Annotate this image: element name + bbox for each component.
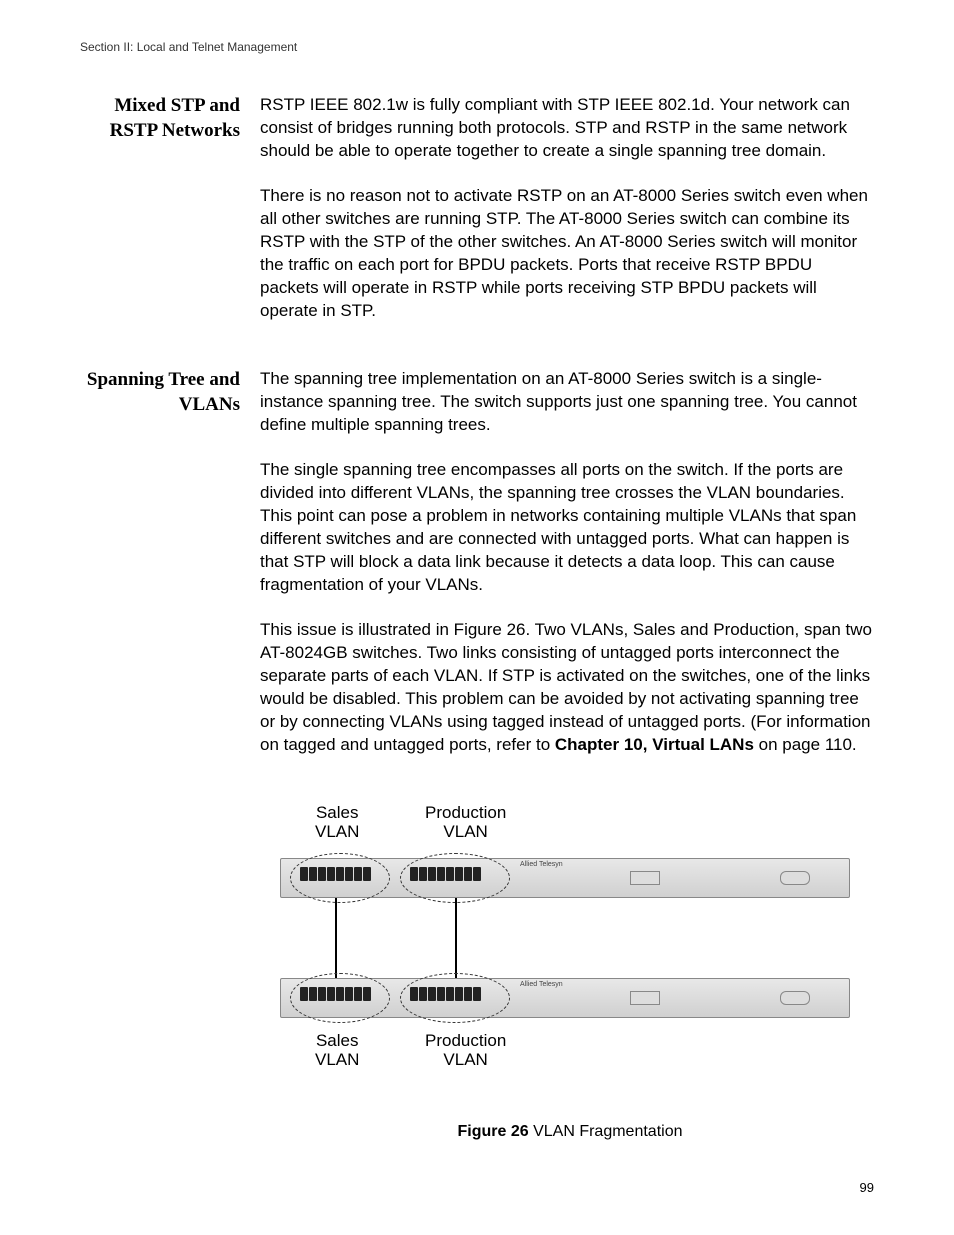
text: Sales	[316, 803, 359, 822]
power-slot-icon	[780, 871, 810, 885]
side-heading-spanning: Spanning Tree and VLANs	[80, 368, 260, 778]
para-text: This issue is illustrated in Figure 26. …	[260, 620, 872, 754]
text: VLAN	[443, 822, 487, 841]
module-slot-icon	[630, 991, 660, 1005]
label-prod-top: Production VLAN	[425, 803, 506, 842]
module-slot-icon	[630, 871, 660, 885]
body-spanning: The spanning tree implementation on an A…	[260, 368, 874, 778]
label-sales-bot: Sales VLAN	[315, 1031, 359, 1070]
figure-title: VLAN Fragmentation	[529, 1123, 683, 1140]
figure-number: Figure 26	[458, 1123, 529, 1140]
side-heading-mixed: Mixed STP and RSTP Networks	[80, 94, 260, 344]
text: Sales	[316, 1031, 359, 1050]
figure-26: Sales VLAN Production VLAN Allied Telesy…	[280, 803, 874, 1141]
para: RSTP IEEE 802.1w is fully compliant with…	[260, 94, 874, 163]
brand-label: Allied Telesyn	[520, 861, 563, 868]
section-spanning-tree: Spanning Tree and VLANs The spanning tre…	[80, 368, 874, 778]
page-header: Section II: Local and Telnet Management	[80, 40, 874, 54]
chapter-xref: Chapter 10, Virtual LANs	[555, 735, 754, 754]
para: There is no reason not to activate RSTP …	[260, 185, 874, 323]
page-number: 99	[860, 1180, 874, 1195]
port-group-icon	[300, 987, 371, 1001]
power-slot-icon	[780, 991, 810, 1005]
text: VLAN	[315, 822, 359, 841]
port-group-icon	[410, 867, 481, 881]
brand-label: Allied Telesyn	[520, 981, 563, 988]
label-sales-top: Sales VLAN	[315, 803, 359, 842]
para-text: on page 110.	[754, 735, 857, 754]
para: The spanning tree implementation on an A…	[260, 368, 874, 437]
label-prod-bot: Production VLAN	[425, 1031, 506, 1070]
body-mixed: RSTP IEEE 802.1w is fully compliant with…	[260, 94, 874, 344]
text: Production	[425, 803, 506, 822]
link-line-icon	[455, 898, 457, 978]
text: VLAN	[315, 1050, 359, 1069]
text: Production	[425, 1031, 506, 1050]
para: The single spanning tree encompasses all…	[260, 459, 874, 597]
section-mixed-stp: Mixed STP and RSTP Networks RSTP IEEE 80…	[80, 94, 874, 344]
port-group-icon	[410, 987, 481, 1001]
para-with-xref: This issue is illustrated in Figure 26. …	[260, 619, 874, 757]
figure-caption: Figure 26 VLAN Fragmentation	[280, 1123, 860, 1141]
link-line-icon	[335, 898, 337, 978]
port-group-icon	[300, 867, 371, 881]
text: VLAN	[443, 1050, 487, 1069]
diagram-vlan-fragmentation: Sales VLAN Production VLAN Allied Telesy…	[280, 803, 860, 1093]
